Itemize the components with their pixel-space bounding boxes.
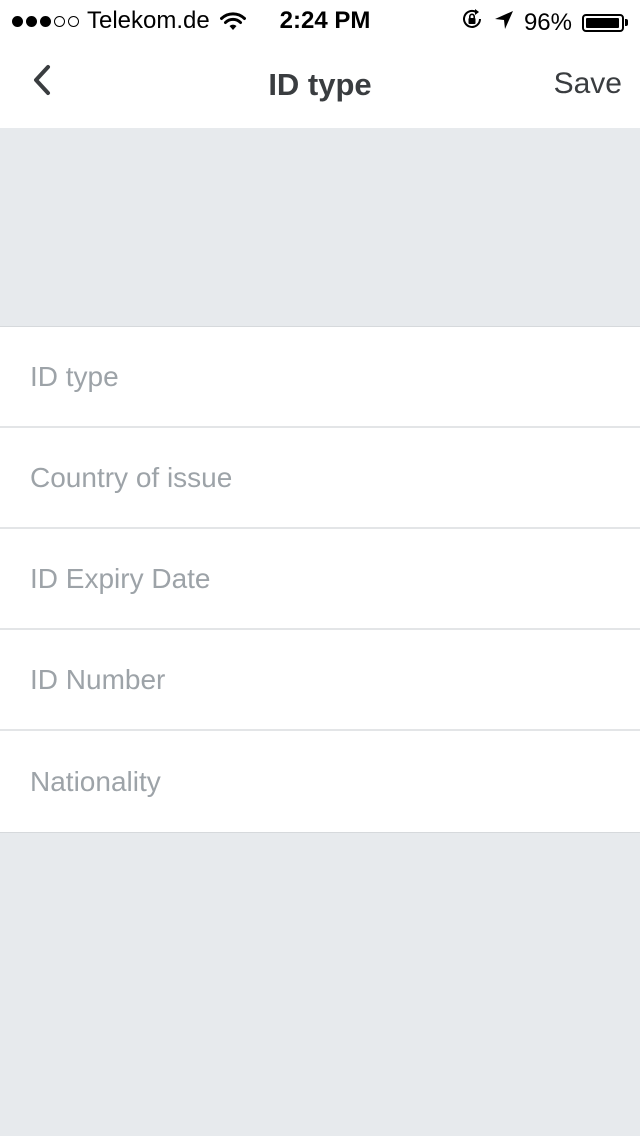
form-row-id-expiry-date	[0, 529, 640, 630]
id-type-field[interactable]	[30, 327, 610, 426]
battery-icon	[582, 13, 628, 32]
nationality-field[interactable]	[30, 731, 610, 832]
id-number-field[interactable]	[30, 630, 610, 729]
id-expiry-date-field[interactable]	[30, 529, 610, 628]
orientation-lock-icon	[460, 7, 484, 38]
status-bar: Telekom.de 2:24 PM 96%	[0, 0, 640, 40]
page-title: ID type	[268, 67, 372, 102]
save-button[interactable]: Save	[554, 67, 622, 101]
form-row-nationality	[0, 731, 640, 833]
form-row-country-of-issue	[0, 428, 640, 529]
navigation-bar: ID type Save	[0, 40, 640, 128]
form-row-id-type	[0, 327, 640, 428]
form-row-id-number	[0, 630, 640, 731]
country-of-issue-field[interactable]	[30, 428, 610, 527]
battery-percent: 96%	[523, 8, 572, 36]
location-arrow-icon	[494, 9, 514, 37]
status-bar-right: 96%	[460, 7, 628, 38]
id-form	[0, 326, 640, 833]
